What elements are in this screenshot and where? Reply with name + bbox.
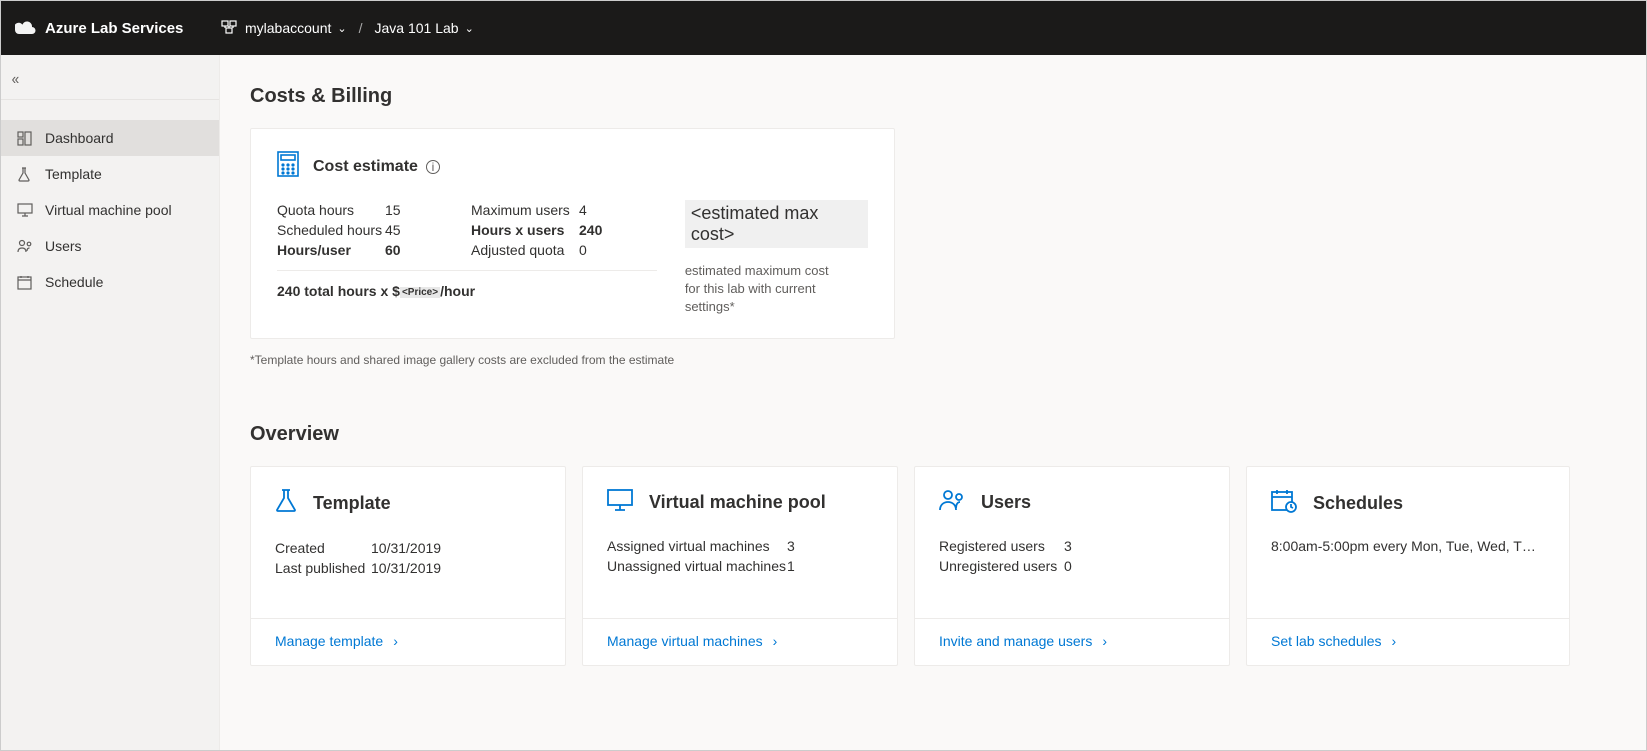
sidebar-item-schedule[interactable]: Schedule	[1, 264, 219, 300]
flask-icon	[17, 167, 35, 182]
main-content: Costs & Billing Cost estimate i Quota ho…	[220, 55, 1646, 750]
cost-label: Quota hours	[277, 200, 385, 220]
cost-estimate-card: Cost estimate i Quota hours15 Scheduled …	[250, 128, 895, 339]
stat-label: Registered users	[939, 536, 1064, 556]
stat-value: 3	[787, 536, 795, 556]
info-icon[interactable]: i	[426, 160, 440, 174]
brand: Azure Lab Services	[15, 20, 221, 37]
stat-label: Assigned virtual machines	[607, 536, 787, 556]
monitor-icon	[17, 203, 35, 217]
manage-vms-link[interactable]: Manage virtual machines ›	[607, 633, 777, 649]
azure-cloud-icon	[15, 20, 37, 36]
collapse-sidebar-button[interactable]: «	[12, 71, 20, 89]
stat-value: 0	[1064, 556, 1072, 576]
cost-value: 60	[385, 240, 415, 260]
breadcrumb-lab[interactable]: Java 101 Lab ⌄	[375, 20, 474, 36]
breadcrumb: mylabaccount ⌄ / Java 101 Lab ⌄	[221, 19, 474, 38]
sidebar-item-dashboard[interactable]: Dashboard	[1, 120, 219, 156]
cost-summary: 240 total hours x $<Price>/hour	[277, 283, 657, 299]
stat-label: Unregistered users	[939, 556, 1064, 576]
chevron-down-icon: ⌄	[337, 22, 346, 35]
chevron-right-icon: ›	[773, 633, 778, 649]
stat-value: 3	[1064, 536, 1072, 556]
link-label: Manage template	[275, 633, 383, 649]
sidebar-item-label: Dashboard	[45, 130, 114, 146]
cost-right-column: Maximum users4 Hours x users240 Adjusted…	[471, 200, 609, 260]
sidebar-item-vmpool[interactable]: Virtual machine pool	[1, 192, 219, 228]
cost-value: 4	[579, 200, 609, 220]
users-icon	[939, 489, 965, 516]
cost-value: 15	[385, 200, 415, 220]
overview-section-title: Overview	[250, 423, 1616, 446]
stat-label: Unassigned virtual machines	[607, 556, 787, 576]
tile-title: Users	[981, 492, 1031, 513]
calendar-clock-icon	[1271, 489, 1297, 518]
monitor-icon	[607, 489, 633, 516]
sidebar-item-label: Virtual machine pool	[45, 202, 172, 218]
cost-left-column: Quota hours15 Scheduled hours45 Hours/us…	[277, 200, 415, 260]
breadcrumb-lab-account[interactable]: mylabaccount ⌄	[245, 20, 347, 36]
vmpool-tile: Virtual machine pool Assigned virtual ma…	[582, 466, 898, 666]
lab-account-icon	[221, 19, 237, 38]
estimated-max-cost: <estimated max cost>	[685, 200, 868, 248]
sidebar-item-users[interactable]: Users	[1, 228, 219, 264]
cost-summary-suffix: /hour	[440, 283, 475, 299]
link-label: Manage virtual machines	[607, 633, 763, 649]
cost-value: 240	[579, 220, 609, 240]
cost-label: Maximum users	[471, 200, 579, 220]
cost-label: Hours x users	[471, 220, 579, 240]
calculator-icon	[277, 151, 299, 182]
cost-summary-price: <Price>	[400, 287, 440, 298]
users-tile: Users Registered users3 Unregistered use…	[914, 466, 1230, 666]
cost-footnote: *Template hours and shared image gallery…	[250, 353, 1616, 367]
template-tile: Template Created10/31/2019 Last publishe…	[250, 466, 566, 666]
schedule-text: 8:00am-5:00pm every Mon, Tue, Wed, Thu, …	[1271, 538, 1543, 554]
sidebar: « Dashboard Template Virtual machine poo…	[1, 55, 220, 750]
manage-users-link[interactable]: Invite and manage users ›	[939, 633, 1107, 649]
chevron-right-icon: ›	[1102, 633, 1107, 649]
brand-text: Azure Lab Services	[45, 20, 183, 37]
top-bar: Azure Lab Services mylabaccount ⌄ / Java…	[1, 1, 1646, 55]
sidebar-item-label: Template	[45, 166, 102, 182]
breadcrumb-lab-label: Java 101 Lab	[375, 20, 459, 36]
cost-label: Adjusted quota	[471, 240, 579, 260]
link-label: Invite and manage users	[939, 633, 1092, 649]
users-icon	[17, 239, 35, 253]
cost-value: 45	[385, 220, 415, 240]
manage-template-link[interactable]: Manage template ›	[275, 633, 398, 649]
cost-label: Scheduled hours	[277, 220, 385, 240]
cost-value: 0	[579, 240, 609, 260]
cost-summary-prefix: 240 total hours x $	[277, 283, 400, 299]
stat-value: 10/31/2019	[371, 558, 441, 578]
estimated-max-cost-desc: estimated maximum cost for this lab with…	[685, 262, 845, 316]
dashboard-icon	[17, 131, 35, 146]
tile-title: Schedules	[1313, 493, 1403, 514]
cost-estimate-title: Cost estimate	[313, 158, 418, 176]
stat-value: 10/31/2019	[371, 538, 441, 558]
schedules-tile: Schedules 8:00am-5:00pm every Mon, Tue, …	[1246, 466, 1570, 666]
costs-section-title: Costs & Billing	[250, 85, 1616, 108]
stat-label: Last published	[275, 558, 371, 578]
breadcrumb-lab-account-label: mylabaccount	[245, 20, 331, 36]
stat-value: 1	[787, 556, 795, 576]
cost-label: Hours/user	[277, 240, 385, 260]
flask-icon	[275, 489, 297, 518]
sidebar-item-label: Schedule	[45, 274, 103, 290]
sidebar-item-label: Users	[45, 238, 82, 254]
chevron-right-icon: ›	[393, 633, 398, 649]
sidebar-item-template[interactable]: Template	[1, 156, 219, 192]
stat-label: Created	[275, 538, 371, 558]
link-label: Set lab schedules	[1271, 633, 1382, 649]
breadcrumb-separator: /	[359, 20, 363, 36]
tile-title: Virtual machine pool	[649, 492, 826, 513]
calendar-icon	[17, 275, 35, 290]
chevron-right-icon: ›	[1392, 633, 1397, 649]
set-schedules-link[interactable]: Set lab schedules ›	[1271, 633, 1396, 649]
tile-title: Template	[313, 493, 391, 514]
chevron-down-icon: ⌄	[465, 22, 474, 35]
